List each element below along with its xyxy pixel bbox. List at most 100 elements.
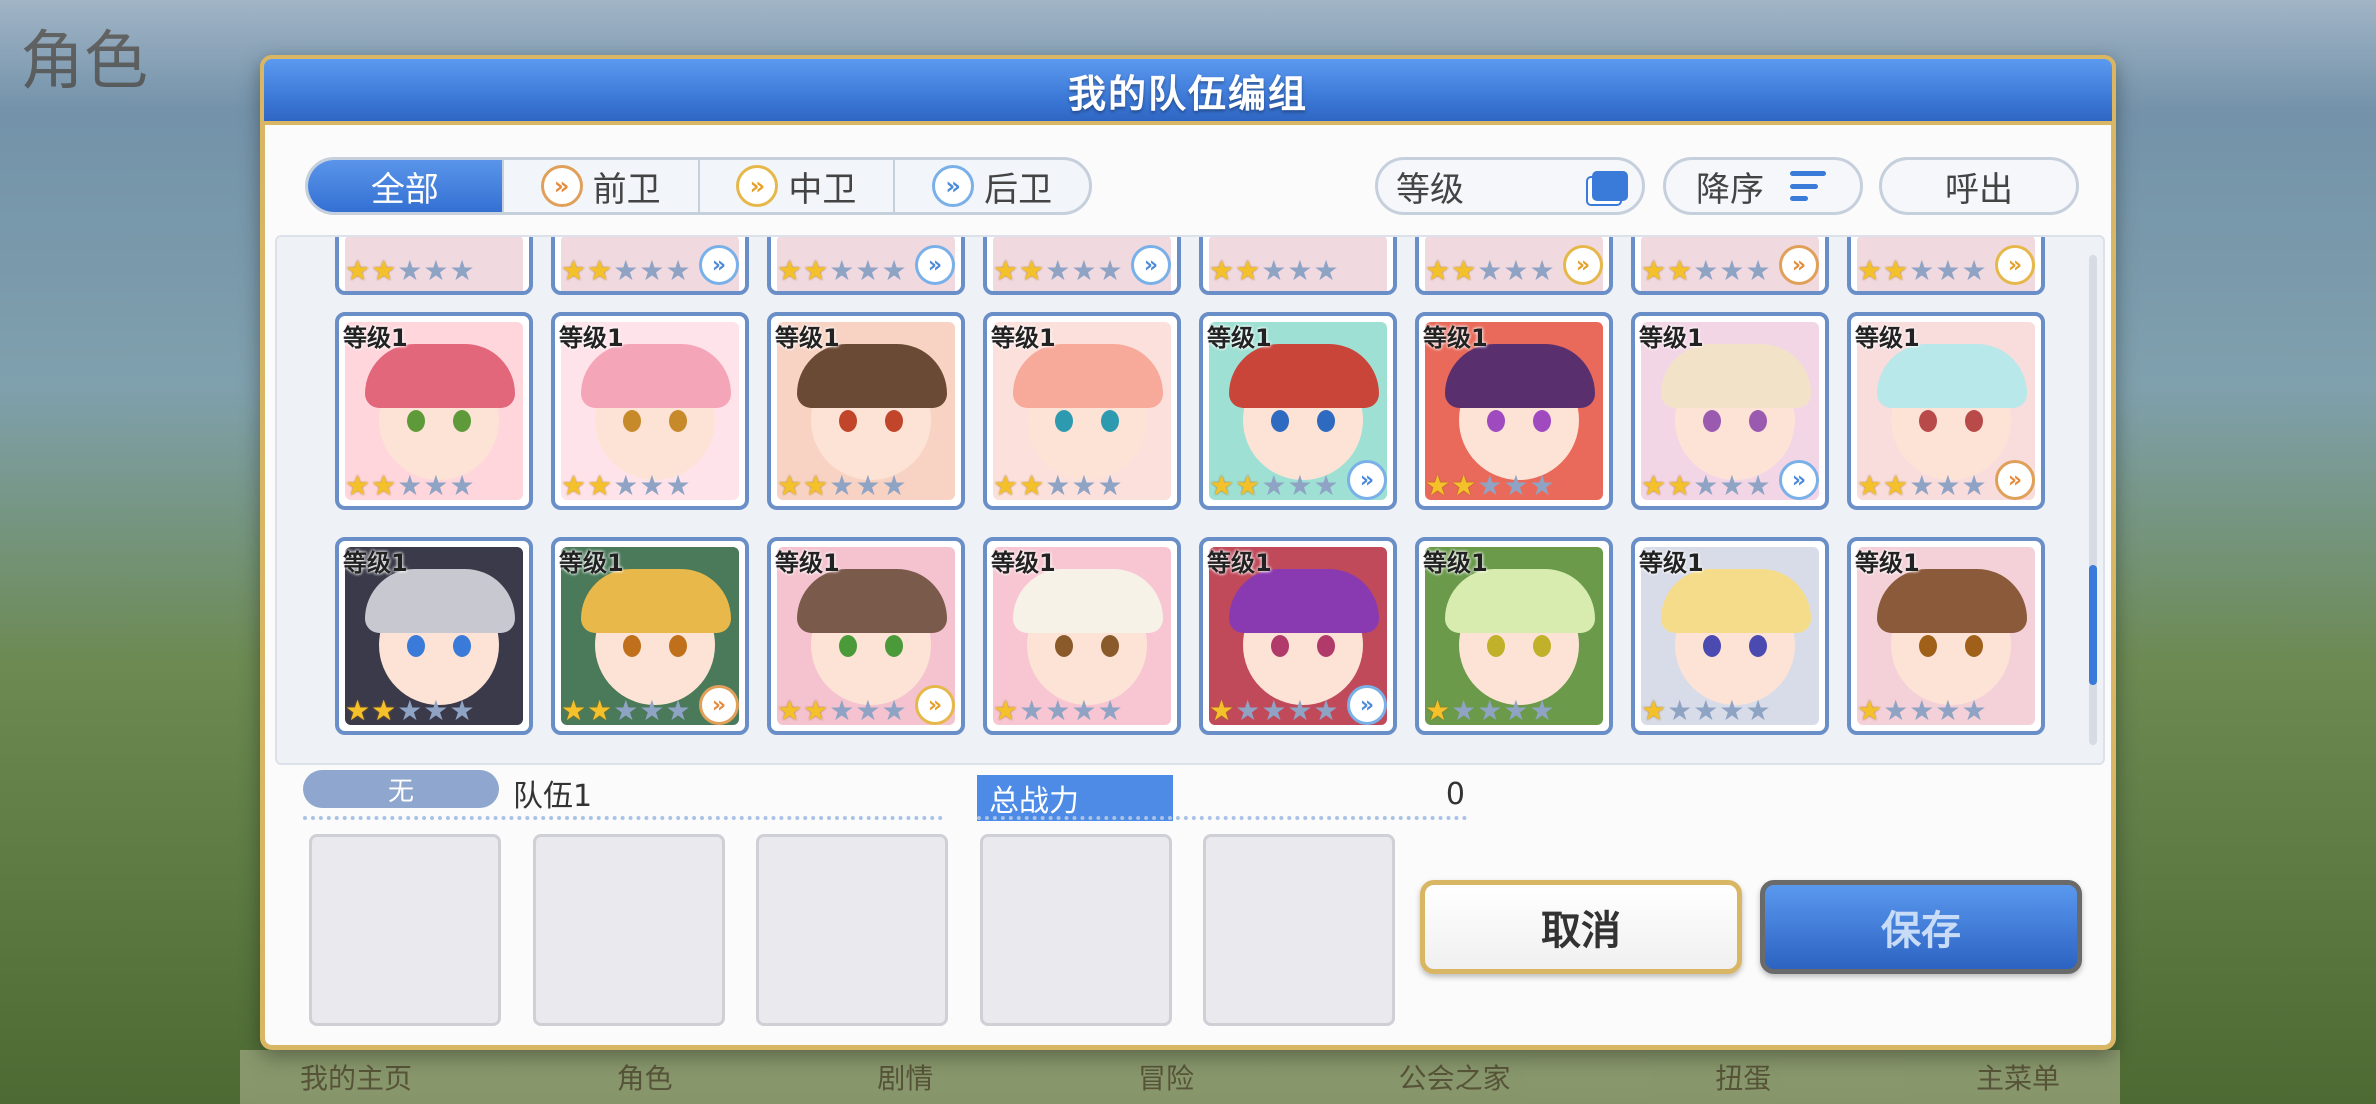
- character-level: 等级1: [775, 549, 840, 577]
- character-card[interactable]: ★ ★ ★ ★ ★»: [551, 237, 749, 295]
- star-filled-icon: ★: [993, 254, 1019, 287]
- character-level: 等级1: [343, 549, 408, 577]
- star-rating: ★ ★ ★ ★ ★: [1641, 257, 1771, 285]
- portrait-hair: [1229, 569, 1379, 633]
- character-card[interactable]: ★ ★ ★ ★ ★: [1199, 237, 1397, 295]
- star-empty-icon: ★: [397, 254, 423, 287]
- tab-mid[interactable]: » 中卫: [700, 160, 896, 212]
- character-card[interactable]: ★ ★ ★ ★ ★»: [983, 237, 1181, 295]
- star-rating: ★ ★ ★ ★ ★: [777, 472, 907, 500]
- mid-role-badge-icon: »: [1563, 245, 1603, 285]
- portrait-eyes: [1703, 410, 1767, 432]
- star-empty-icon: ★: [829, 469, 855, 502]
- character-card[interactable]: 等级1 ★ ★ ★ ★ ★»: [1199, 312, 1397, 510]
- character-card[interactable]: 等级1 ★ ★ ★ ★ ★: [1847, 537, 2045, 735]
- team-slot[interactable]: [1203, 834, 1395, 1026]
- character-card[interactable]: ★ ★ ★ ★ ★»: [767, 237, 965, 295]
- team-slot[interactable]: [309, 834, 501, 1026]
- back-role-badge-icon: »: [915, 245, 955, 285]
- star-filled-icon: ★: [1451, 254, 1477, 287]
- star-empty-icon: ★: [449, 469, 475, 502]
- cancel-button[interactable]: 取消: [1420, 880, 1742, 974]
- call-out-button[interactable]: 呼出: [1879, 157, 2079, 215]
- star-empty-icon: ★: [1045, 254, 1071, 287]
- save-button[interactable]: 保存: [1760, 880, 2082, 974]
- roster-scrollbar[interactable]: [2089, 255, 2097, 745]
- star-empty-icon: ★: [665, 254, 691, 287]
- star-filled-icon: ★: [1641, 469, 1667, 502]
- character-card[interactable]: 等级1 ★ ★ ★ ★ ★: [551, 312, 749, 510]
- star-empty-icon: ★: [1667, 694, 1693, 727]
- character-card[interactable]: ★ ★ ★ ★ ★»: [1631, 237, 1829, 295]
- character-card[interactable]: 等级1 ★ ★ ★ ★ ★: [983, 312, 1181, 510]
- tab-back-label: 后卫: [984, 169, 1053, 210]
- star-empty-icon: ★: [1097, 254, 1123, 287]
- front-role-icon: »: [540, 165, 583, 207]
- character-card[interactable]: 等级1 ★ ★ ★ ★ ★: [983, 537, 1181, 735]
- tab-front[interactable]: » 前卫: [504, 160, 700, 212]
- star-rating: ★ ★ ★ ★ ★: [1209, 257, 1339, 285]
- star-empty-icon: ★: [449, 254, 475, 287]
- star-rating: ★ ★ ★ ★ ★: [1425, 697, 1555, 725]
- star-rating: ★ ★ ★ ★ ★: [1209, 472, 1339, 500]
- team-slot[interactable]: [533, 834, 725, 1026]
- character-card[interactable]: 等级1 ★ ★ ★ ★ ★»: [1631, 312, 1829, 510]
- team-slot[interactable]: [980, 834, 1172, 1026]
- character-card[interactable]: ★ ★ ★ ★ ★: [335, 237, 533, 295]
- star-empty-icon: ★: [1477, 694, 1503, 727]
- star-empty-icon: ★: [1235, 694, 1261, 727]
- back-role-badge-icon: »: [1779, 460, 1819, 500]
- star-empty-icon: ★: [1261, 254, 1287, 287]
- star-empty-icon: ★: [1961, 694, 1987, 727]
- character-card[interactable]: 等级1 ★ ★ ★ ★ ★: [1415, 312, 1613, 510]
- portrait-eyes: [407, 410, 471, 432]
- sort-field-button[interactable]: 等级: [1375, 157, 1645, 215]
- star-rating: ★ ★ ★ ★ ★: [777, 697, 907, 725]
- character-card[interactable]: ★ ★ ★ ★ ★»: [1847, 237, 2045, 295]
- character-card[interactable]: 等级1 ★ ★ ★ ★ ★: [335, 312, 533, 510]
- star-rating: ★ ★ ★ ★ ★: [1641, 697, 1771, 725]
- team-slot[interactable]: [756, 834, 948, 1026]
- star-filled-icon: ★: [803, 694, 829, 727]
- background-bottom-nav: 我的主页 角色 剧情 冒险 公会之家 扭蛋 主菜单: [240, 1050, 2120, 1104]
- star-empty-icon: ★: [1693, 694, 1719, 727]
- portrait-hair: [365, 569, 515, 633]
- star-filled-icon: ★: [587, 254, 613, 287]
- mid-role-icon: »: [736, 165, 779, 207]
- portrait-eyes: [623, 410, 687, 432]
- back-role-badge-icon: »: [1347, 685, 1387, 725]
- star-empty-icon: ★: [1477, 469, 1503, 502]
- star-empty-icon: ★: [639, 469, 665, 502]
- portrait-hair: [797, 569, 947, 633]
- character-card[interactable]: 等级1 ★ ★ ★ ★ ★»: [1847, 312, 2045, 510]
- character-card[interactable]: 等级1 ★ ★ ★ ★ ★»: [767, 537, 965, 735]
- character-card[interactable]: ★ ★ ★ ★ ★»: [1415, 237, 1613, 295]
- star-rating: ★ ★ ★ ★ ★: [1857, 472, 1987, 500]
- character-level: 等级1: [1855, 549, 1920, 577]
- star-filled-icon: ★: [371, 694, 397, 727]
- character-card[interactable]: 等级1 ★ ★ ★ ★ ★»: [551, 537, 749, 735]
- star-empty-icon: ★: [665, 694, 691, 727]
- character-card[interactable]: 等级1 ★ ★ ★ ★ ★: [1631, 537, 1829, 735]
- dialog-title: 我的队伍编组: [1067, 71, 1308, 116]
- star-empty-icon: ★: [1883, 694, 1909, 727]
- character-card[interactable]: 等级1 ★ ★ ★ ★ ★: [335, 537, 533, 735]
- team-status-badge: 无: [303, 770, 499, 808]
- character-level: 等级1: [991, 324, 1056, 352]
- sort-order-button[interactable]: 降序: [1663, 157, 1863, 215]
- star-filled-icon: ★: [1425, 694, 1451, 727]
- mid-role-badge-icon: »: [1995, 245, 2035, 285]
- call-out-label: 呼出: [1945, 169, 2013, 210]
- star-empty-icon: ★: [1529, 469, 1555, 502]
- character-card[interactable]: 等级1 ★ ★ ★ ★ ★: [1415, 537, 1613, 735]
- tab-back[interactable]: » 后卫: [895, 160, 1089, 212]
- character-card[interactable]: 等级1 ★ ★ ★ ★ ★»: [1199, 537, 1397, 735]
- portrait-eyes: [839, 635, 903, 657]
- character-card[interactable]: 等级1 ★ ★ ★ ★ ★: [767, 312, 965, 510]
- star-filled-icon: ★: [1667, 254, 1693, 287]
- star-filled-icon: ★: [1857, 694, 1883, 727]
- star-empty-icon: ★: [1097, 469, 1123, 502]
- star-filled-icon: ★: [371, 254, 397, 287]
- roster-scroll-thumb[interactable]: [2089, 565, 2097, 685]
- tab-all[interactable]: 全部: [308, 160, 504, 212]
